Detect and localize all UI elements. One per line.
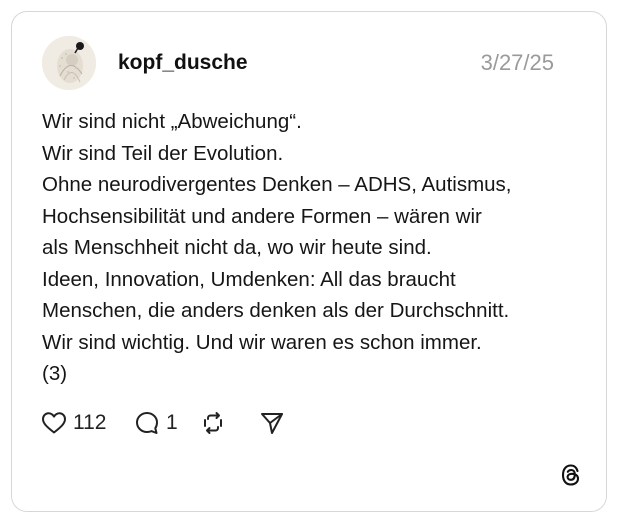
comment-icon (136, 412, 158, 434)
share-button[interactable] (259, 408, 285, 438)
send-icon (261, 413, 283, 434)
post-card: kopf_dusche 3/27/25 Wir sind nicht „Abwe… (11, 11, 607, 512)
like-count: 112 (73, 411, 107, 434)
avatar-image (42, 36, 96, 90)
post-text-line: Wir sind wichtig. Und wir waren es schon… (42, 330, 482, 354)
post-text-line: Ideen, Innovation, Umdenken: All das bra… (42, 267, 456, 291)
post-text-line: als Menschheit nicht da, wo wir heute si… (42, 236, 432, 259)
post-text-line: (3) (42, 362, 68, 385)
repost-icon (204, 412, 222, 434)
avatar[interactable] (42, 36, 96, 90)
post-text-line: Hochsensibilität und andere Formen – wär… (42, 204, 482, 228)
post-text-line: Wir sind nicht „Abweichung“. (42, 110, 302, 133)
post-text-line: Wir sind Teil der Evolution. (42, 141, 284, 165)
like-button[interactable]: 112 (41, 408, 106, 438)
username[interactable]: kopf_dusche (118, 50, 248, 76)
post-date: 3/27/25 (480, 50, 554, 75)
post-text-line: Menschen, die anders denken als der Durc… (42, 299, 510, 322)
reply-button[interactable]: 1 (134, 408, 178, 438)
heart-icon (42, 412, 66, 434)
post-text-line: Ohne neurodivergentes Denken – ADHS, Aut… (42, 173, 512, 196)
post-text: Wir sind nicht „Abweichung“. Wir sind Te… (42, 106, 587, 390)
threads-logo-icon[interactable] (558, 462, 584, 488)
reply-count: 1 (166, 411, 178, 434)
repost-button[interactable] (200, 408, 226, 438)
